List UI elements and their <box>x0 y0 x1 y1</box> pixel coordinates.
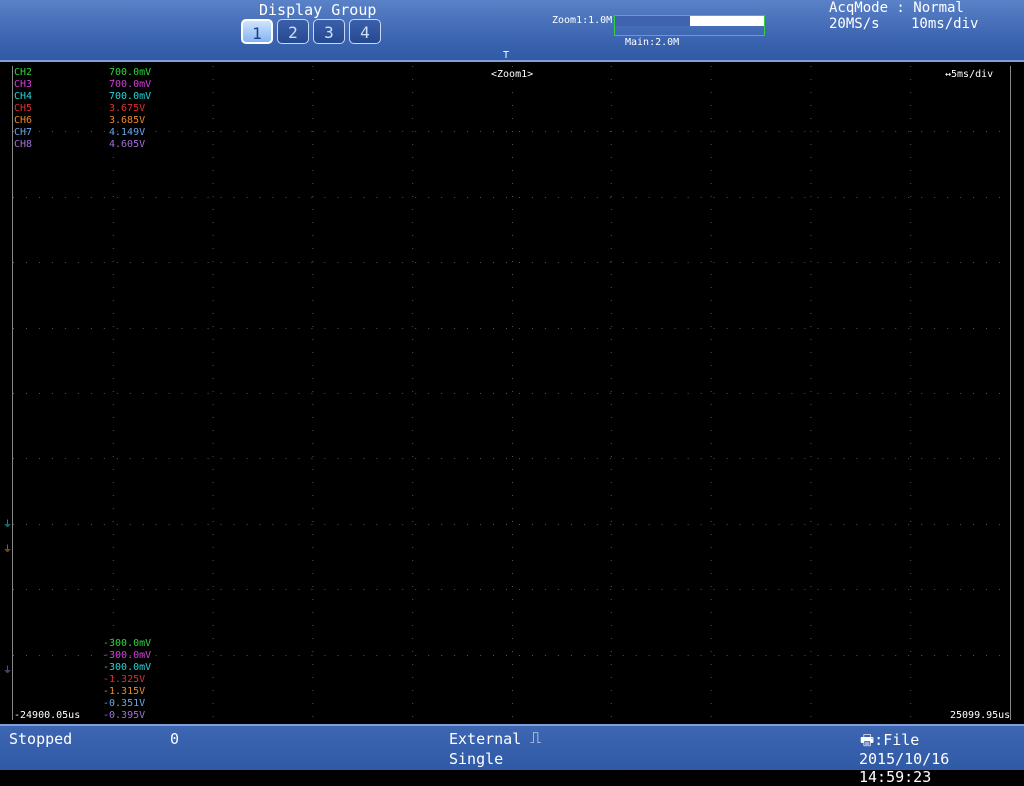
channel-upper-scale-value: 4.149V <box>109 127 146 138</box>
acquisition-state: Stopped <box>9 730 73 748</box>
zoom-bar-fill <box>615 16 690 26</box>
display-group-1-button[interactable]: 1 <box>241 19 273 44</box>
display-group-2-button[interactable]: 2 <box>277 19 309 44</box>
acquisition-mode: AcqMode : Normal <box>829 0 964 16</box>
date-time-clock: 2015/10/16 14:59:23 <box>859 750 950 786</box>
channel-lower-scale-value: -1.325V <box>103 674 146 685</box>
rising-edge-icon: ⎍ <box>530 728 542 747</box>
main-record-length: Main:2.0M <box>625 37 680 48</box>
channel-upper-scale-value: 700.0mV <box>109 67 152 78</box>
channel-lower-scale-value: -300.0mV <box>103 650 152 661</box>
channel-lower-scale-value: -300.0mV <box>103 638 152 649</box>
channel-name: CH3 <box>14 79 33 90</box>
channel-upper-scale-value: 4.605V <box>109 139 146 150</box>
time-end-label: 25099.95us <box>950 710 1011 721</box>
top-status-bar: Display Group 1 2 3 4 Zoom1:1.0M Main:2.… <box>0 0 1024 62</box>
channel-name: CH4 <box>14 91 33 102</box>
channel-lower-scale-value: -0.351V <box>103 698 146 709</box>
channel-top-row: CH6 3.685V <box>14 115 145 127</box>
channel-top-row: CH5 3.675V <box>14 103 145 115</box>
ground-level-icon[interactable]: ⏚ <box>3 546 12 555</box>
channel-lower-scale-value: -1.315V <box>103 686 146 697</box>
acquisition-count: 0 <box>170 730 180 748</box>
zoom-time-div: ↔5ms/div <box>945 69 994 80</box>
channel-upper-scale-value: 700.0mV <box>109 91 152 102</box>
ground-level-icon[interactable]: ⏚ <box>3 667 12 676</box>
trigger-source: External <box>449 730 522 748</box>
channel-top-row: CH7 4.149V <box>14 127 145 139</box>
trigger-mode: Single <box>449 750 504 768</box>
channel-top-row: CH4 700.0mV <box>14 91 151 103</box>
channel-upper-scale-value: 3.675V <box>109 103 146 114</box>
bottom-status-bar: Stopped 0 External ⎍ Single 🖶:File 2015/… <box>0 724 1024 786</box>
channel-top-row: CH3 700.0mV <box>14 79 151 91</box>
ground-level-icon[interactable]: ⏚ <box>3 521 12 530</box>
channel-lower-scale-value: -300.0mV <box>103 662 152 673</box>
trigger-position-marker[interactable]: T <box>503 50 509 61</box>
zoom-window-tag: <Zoom1> <box>491 69 534 80</box>
time-per-division: 10ms/div <box>911 16 979 32</box>
graticule-grid <box>13 66 1010 720</box>
display-group-title: Display Group <box>259 1 377 19</box>
channel-top-row: CH2 700.0mV <box>14 67 151 79</box>
display-group-4-button[interactable]: 4 <box>349 19 381 44</box>
channel-lower-scale-value: -0.395V <box>103 710 146 721</box>
channel-name: CH7 <box>14 127 33 138</box>
channel-name: CH6 <box>14 115 33 126</box>
channel-upper-scale-value: 3.685V <box>109 115 146 126</box>
waveform-display-area[interactable] <box>12 66 1011 720</box>
channel-upper-scale-value: 700.0mV <box>109 79 152 90</box>
zoom-position-bar[interactable] <box>614 15 765 36</box>
channel-name: CH5 <box>14 103 33 114</box>
channel-top-row: CH8 4.605V <box>14 139 145 151</box>
channel-name: CH2 <box>14 67 33 78</box>
channel-name: CH8 <box>14 139 33 150</box>
zoom1-record-length: Zoom1:1.0M <box>552 15 613 26</box>
sample-rate: 20MS/s <box>829 16 880 32</box>
time-start-label: -24900.05us <box>14 710 81 721</box>
display-group-3-button[interactable]: 3 <box>313 19 345 44</box>
